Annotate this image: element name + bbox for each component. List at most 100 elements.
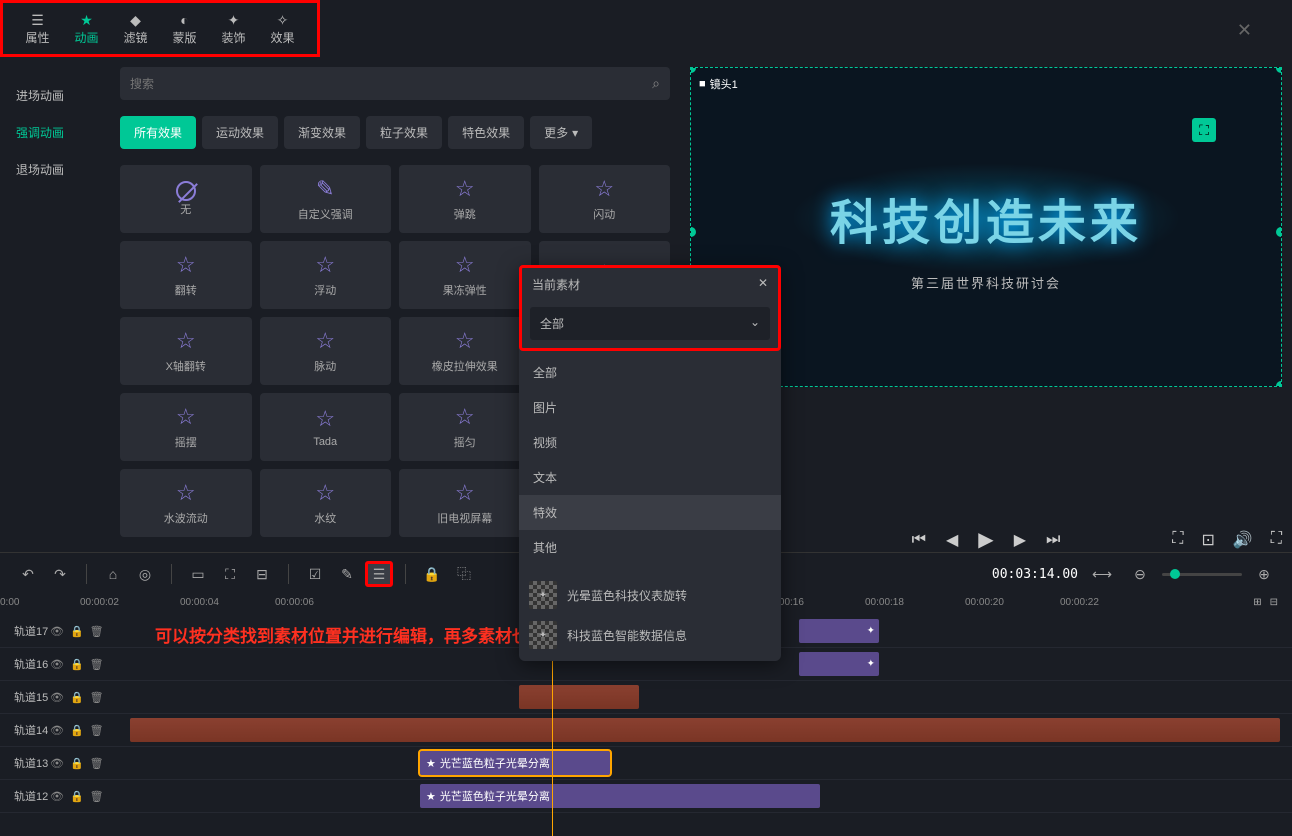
home-icon[interactable]: ⌂ (99, 561, 127, 587)
delete-icon[interactable]: 🗑 (90, 757, 104, 770)
delete-icon[interactable]: 🗑 (90, 790, 104, 803)
zoom-out-icon[interactable]: ⊖ (1126, 561, 1154, 587)
lock-icon[interactable]: 🔒 (70, 658, 84, 671)
visibility-icon[interactable]: 👁 (50, 724, 64, 737)
crop-icon[interactable]: ⛶ (216, 561, 244, 587)
search-input[interactable] (130, 77, 652, 91)
lock-icon[interactable]: 🔒 (70, 691, 84, 704)
asset-item[interactable]: ✦光晕蓝色科技仪表旋转 (529, 575, 771, 615)
edit-icon[interactable]: ✎ (333, 561, 361, 587)
visibility-icon[interactable]: 👁 (50, 790, 64, 803)
lock-icon[interactable]: 🔒 (70, 790, 84, 803)
target-icon[interactable]: ◎ (131, 561, 159, 587)
tab-decor[interactable]: ✦装饰 (209, 9, 258, 48)
tab-effect[interactable]: ✧效果 (258, 9, 307, 48)
skip-start-icon[interactable]: ⏮ (912, 531, 926, 549)
lock-icon[interactable]: 🔒 (70, 757, 84, 770)
handle-r[interactable] (1276, 227, 1282, 237)
effect-float[interactable]: ☆浮动 (260, 241, 392, 309)
check-icon[interactable]: ☑ (301, 561, 329, 587)
sidebar-item-enter[interactable]: 进场动画 (10, 77, 110, 114)
next-frame-icon[interactable]: ▶ (1014, 530, 1026, 550)
popup-option-text[interactable]: 文本 (519, 460, 781, 495)
track-content[interactable]: ★光芒蓝色粒子光晕分离 (130, 780, 1292, 812)
handle-tr[interactable] (1276, 67, 1282, 73)
zoom-track[interactable] (1162, 573, 1242, 576)
filter-more[interactable]: 更多▾ (530, 116, 592, 149)
zoom-thumb[interactable] (1170, 569, 1180, 579)
zoom-in-icon[interactable]: ⊕ (1250, 561, 1278, 587)
visibility-icon[interactable]: 👁 (50, 757, 64, 770)
visibility-icon[interactable]: 👁 (50, 691, 64, 704)
redo-icon[interactable]: ↷ (46, 561, 74, 587)
effect-shake[interactable]: ☆摇匀 (399, 393, 531, 461)
crop-tool-icon[interactable]: ⊡ (1201, 530, 1214, 550)
handle-br[interactable] (1276, 381, 1282, 387)
tab-mask[interactable]: ◐蒙版 (160, 9, 209, 48)
visibility-icon[interactable]: 👁 (50, 625, 64, 638)
effect-swing[interactable]: ☆摇摆 (120, 393, 252, 461)
effect-bounce[interactable]: ☆弹跳 (399, 165, 531, 233)
effect-ripple[interactable]: ☆水纹 (260, 469, 392, 537)
track-content[interactable] (130, 681, 1292, 713)
filter-all[interactable]: 所有效果 (120, 116, 196, 149)
tab-animation[interactable]: ★动画 (62, 9, 111, 48)
effect-xflip[interactable]: ☆X轴翻转 (120, 317, 252, 385)
effect-flash[interactable]: ☆闪动 (539, 165, 671, 233)
popup-option-other[interactable]: 其他 (519, 530, 781, 565)
effect-custom[interactable]: ✎自定义强调 (260, 165, 392, 233)
effect-wave[interactable]: ☆水波流动 (120, 469, 252, 537)
select-icon[interactable]: ▭ (184, 561, 212, 587)
popup-select[interactable]: 全部⌄ (530, 307, 770, 340)
clip[interactable]: ✦ (799, 652, 879, 676)
ruler-tool-icon[interactable]: ⊞ (1253, 597, 1261, 608)
delete-icon[interactable]: 🗑 (90, 691, 104, 704)
delete-icon[interactable]: 🗑 (90, 724, 104, 737)
fit-icon[interactable]: ⟷ (1088, 561, 1116, 587)
effect-rubber[interactable]: ☆橡皮拉伸效果 (399, 317, 531, 385)
layers-icon[interactable]: ☰ (365, 561, 393, 587)
track-content[interactable]: ★光芒蓝色粒子光晕分离 (130, 747, 1292, 779)
skip-end-icon[interactable]: ⏭ (1046, 531, 1060, 549)
copy-icon[interactable]: ⿻ (450, 561, 478, 587)
popup-option-all[interactable]: 全部 (519, 355, 781, 390)
lock-icon[interactable]: 🔒 (70, 724, 84, 737)
clip[interactable]: ✦ (799, 619, 879, 643)
effect-oldtv[interactable]: ☆旧电视屏幕 (399, 469, 531, 537)
screenshot-icon[interactable]: ⛶ (1172, 530, 1183, 550)
visibility-icon[interactable]: 👁 (50, 658, 64, 671)
handle-l[interactable] (690, 227, 696, 237)
asset-item[interactable]: ✦科技蓝色智能数据信息 (529, 615, 771, 655)
sidebar-item-exit[interactable]: 退场动画 (10, 151, 110, 188)
effect-pulse[interactable]: ☆脉动 (260, 317, 392, 385)
track-content[interactable] (130, 714, 1292, 746)
popup-option-image[interactable]: 图片 (519, 390, 781, 425)
popup-option-video[interactable]: 视频 (519, 425, 781, 460)
tab-properties[interactable]: ☰属性 (13, 9, 62, 48)
effect-jelly[interactable]: ☆果冻弹性 (399, 241, 531, 309)
audio-clip[interactable] (130, 718, 1280, 742)
ruler-tool-icon[interactable]: ⊟ (1270, 597, 1278, 608)
handle-tl[interactable] (690, 67, 696, 73)
audio-clip[interactable] (519, 685, 639, 709)
lock-icon[interactable]: 🔒 (418, 561, 446, 587)
close-icon[interactable]: ✕ (1237, 20, 1252, 41)
search-icon[interactable]: ⌕ (652, 75, 660, 92)
delete-icon[interactable]: 🗑 (90, 658, 104, 671)
volume-icon[interactable]: 🔊 (1233, 530, 1253, 550)
filter-particle[interactable]: 粒子效果 (366, 116, 442, 149)
play-icon[interactable]: ▶ (978, 527, 993, 552)
filter-motion[interactable]: 运动效果 (202, 116, 278, 149)
close-icon[interactable]: ✕ (758, 276, 768, 293)
split-icon[interactable]: ⊟ (248, 561, 276, 587)
popup-option-fx[interactable]: 特效 (519, 495, 781, 530)
fullscreen-icon[interactable]: ⛶ (1271, 530, 1282, 550)
effect-flip[interactable]: ☆翻转 (120, 241, 252, 309)
undo-icon[interactable]: ↶ (14, 561, 42, 587)
effect-tada[interactable]: ☆Tada (260, 393, 392, 461)
filter-special[interactable]: 特色效果 (448, 116, 524, 149)
clip[interactable]: ★光芒蓝色粒子光晕分离 (420, 784, 820, 808)
tab-filter[interactable]: ◆滤镜 (111, 9, 160, 48)
prev-frame-icon[interactable]: ◀ (946, 530, 958, 550)
filter-gradient[interactable]: 渐变效果 (284, 116, 360, 149)
